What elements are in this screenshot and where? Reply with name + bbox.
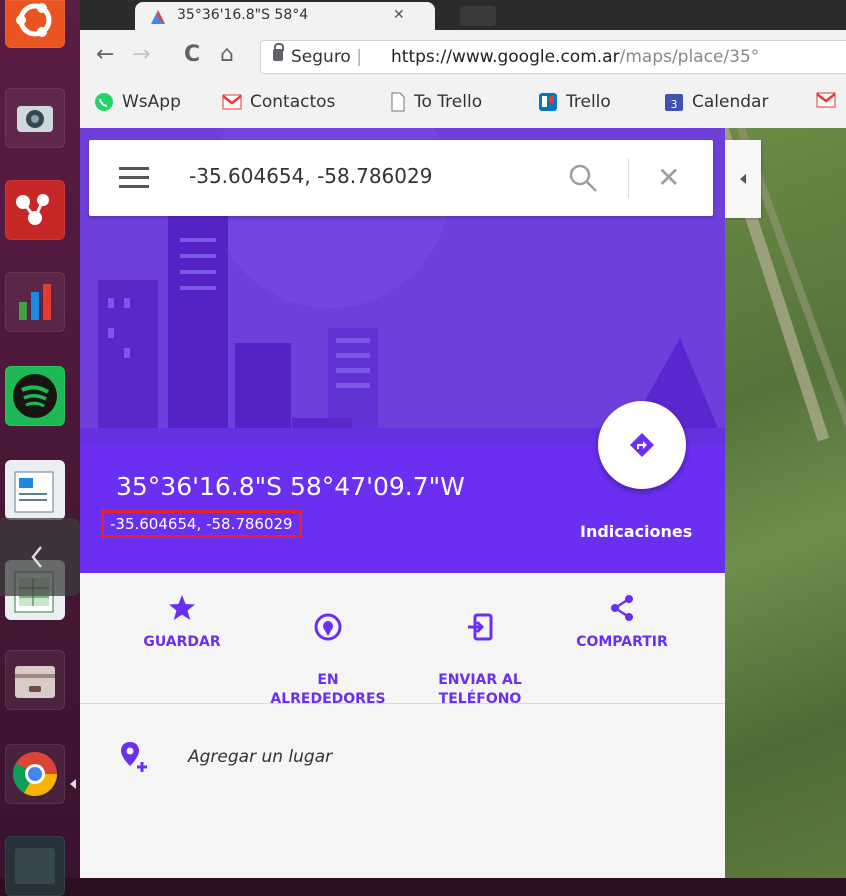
place-actions: GUARDAR EN ALREDEDORES ENVIAR AL TELÉFON… bbox=[80, 573, 725, 707]
back-button[interactable]: ← bbox=[96, 42, 114, 68]
nearby-button[interactable]: EN ALREDEDORES bbox=[258, 593, 398, 709]
send-to-phone-button[interactable]: ENVIAR AL TELÉFONO bbox=[410, 593, 550, 709]
send-to-phone-icon bbox=[468, 613, 493, 641]
tab-strip: 35°36'16.8"S 58°4 ✕ bbox=[80, 0, 846, 30]
tab-title: 35°36'16.8"S 58°4 bbox=[177, 7, 309, 23]
terminal-icon[interactable] bbox=[5, 836, 65, 896]
trello-icon bbox=[539, 93, 557, 111]
reload-button[interactable]: C bbox=[184, 42, 200, 68]
bookmark-gmail-overflow[interactable] bbox=[816, 92, 836, 108]
tab-close-icon[interactable]: ✕ bbox=[393, 7, 405, 23]
send-to-phone-label: ENVIAR AL TELÉFONO bbox=[438, 672, 522, 707]
search-box: -35.604654, -58.786029 ✕ bbox=[89, 140, 713, 216]
secure-label: Seguro | bbox=[291, 47, 362, 67]
share-button[interactable]: COMPARTIR bbox=[552, 593, 692, 652]
star-icon bbox=[169, 595, 195, 620]
add-place-label: Agregar un lugar bbox=[188, 747, 333, 767]
browser-chrome: 35°36'16.8"S 58°4 ✕ ← → C ⌂ Seguro | htt… bbox=[80, 0, 846, 129]
search-input[interactable]: -35.604654, -58.786029 bbox=[189, 164, 432, 188]
active-app-indicator bbox=[70, 779, 76, 789]
section-divider bbox=[80, 703, 725, 704]
place-title: 35°36'16.8"S 58°47'09.7"W bbox=[116, 472, 465, 501]
bookmark-calendar[interactable]: 3 Calendar bbox=[664, 92, 768, 112]
bookmark-wsapp[interactable]: WsApp bbox=[94, 92, 181, 112]
browser-toolbar: ← → C ⌂ Seguro | https://www.google.com.… bbox=[80, 30, 846, 82]
bookmark-contactos[interactable]: Contactos bbox=[222, 92, 335, 112]
maps-favicon-icon bbox=[151, 10, 165, 24]
svg-text:3: 3 bbox=[671, 98, 678, 111]
gmail-icon bbox=[222, 94, 242, 110]
directions-label[interactable]: Indicaciones bbox=[580, 522, 692, 541]
maps-side-panel: 35°36'16.8"S 58°47'09.7"W -35.604654, -5… bbox=[80, 128, 725, 878]
whatsapp-icon bbox=[95, 93, 113, 111]
collapse-panel-button[interactable] bbox=[725, 140, 761, 218]
ubuntu-launcher bbox=[0, 0, 80, 896]
new-tab-button[interactable] bbox=[460, 6, 496, 26]
nearby-label: EN ALREDEDORES bbox=[270, 672, 386, 707]
active-tab[interactable]: 35°36'16.8"S 58°4 ✕ bbox=[135, 2, 435, 30]
gmail-icon bbox=[816, 92, 836, 108]
add-place-pin-icon bbox=[121, 742, 147, 772]
chevron-left-icon bbox=[31, 546, 42, 568]
bookmark-to-trello[interactable]: To Trello bbox=[390, 92, 482, 112]
forward-button[interactable]: → bbox=[132, 42, 150, 68]
page-icon bbox=[391, 92, 405, 112]
camera-app-icon[interactable] bbox=[5, 88, 65, 148]
charts-app-icon[interactable] bbox=[5, 272, 65, 332]
search-icon[interactable] bbox=[567, 162, 599, 194]
home-button[interactable]: ⌂ bbox=[220, 42, 234, 68]
calendar-icon: 3 bbox=[665, 94, 683, 111]
molecule-app-icon[interactable] bbox=[5, 180, 65, 240]
nearby-icon bbox=[314, 613, 342, 641]
menu-icon[interactable] bbox=[119, 167, 149, 189]
caret-left-icon bbox=[740, 174, 746, 184]
directions-icon bbox=[630, 433, 654, 457]
spotify-icon[interactable] bbox=[5, 366, 65, 426]
address-bar[interactable]: Seguro | https://www.google.com.ar/maps/… bbox=[260, 40, 846, 74]
writer-doc-icon[interactable] bbox=[5, 460, 65, 520]
share-label: COMPARTIR bbox=[576, 634, 668, 650]
satellite-map[interactable] bbox=[725, 128, 846, 878]
search-separator bbox=[628, 158, 629, 198]
save-label: GUARDAR bbox=[143, 634, 221, 650]
url-text: https://www.google.com.ar/maps/place/35° bbox=[391, 47, 760, 67]
directions-button[interactable] bbox=[598, 401, 686, 489]
lock-icon bbox=[273, 43, 284, 61]
file-manager-icon[interactable] bbox=[5, 650, 65, 710]
clear-search-icon[interactable]: ✕ bbox=[657, 158, 680, 198]
ubuntu-dash-icon[interactable] bbox=[5, 0, 65, 48]
add-place-row[interactable]: Agregar un lugar bbox=[120, 740, 332, 774]
launcher-reveal-handle[interactable] bbox=[0, 518, 80, 596]
save-button[interactable]: GUARDAR bbox=[112, 593, 252, 652]
bookmarks-bar: WsApp Contactos To Trello Trello 3 Calen… bbox=[80, 82, 846, 129]
share-icon bbox=[611, 595, 633, 621]
decimal-coordinates[interactable]: -35.604654, -58.786029 bbox=[101, 510, 302, 538]
bookmark-trello[interactable]: Trello bbox=[538, 92, 611, 112]
chrome-icon[interactable] bbox=[5, 744, 65, 804]
